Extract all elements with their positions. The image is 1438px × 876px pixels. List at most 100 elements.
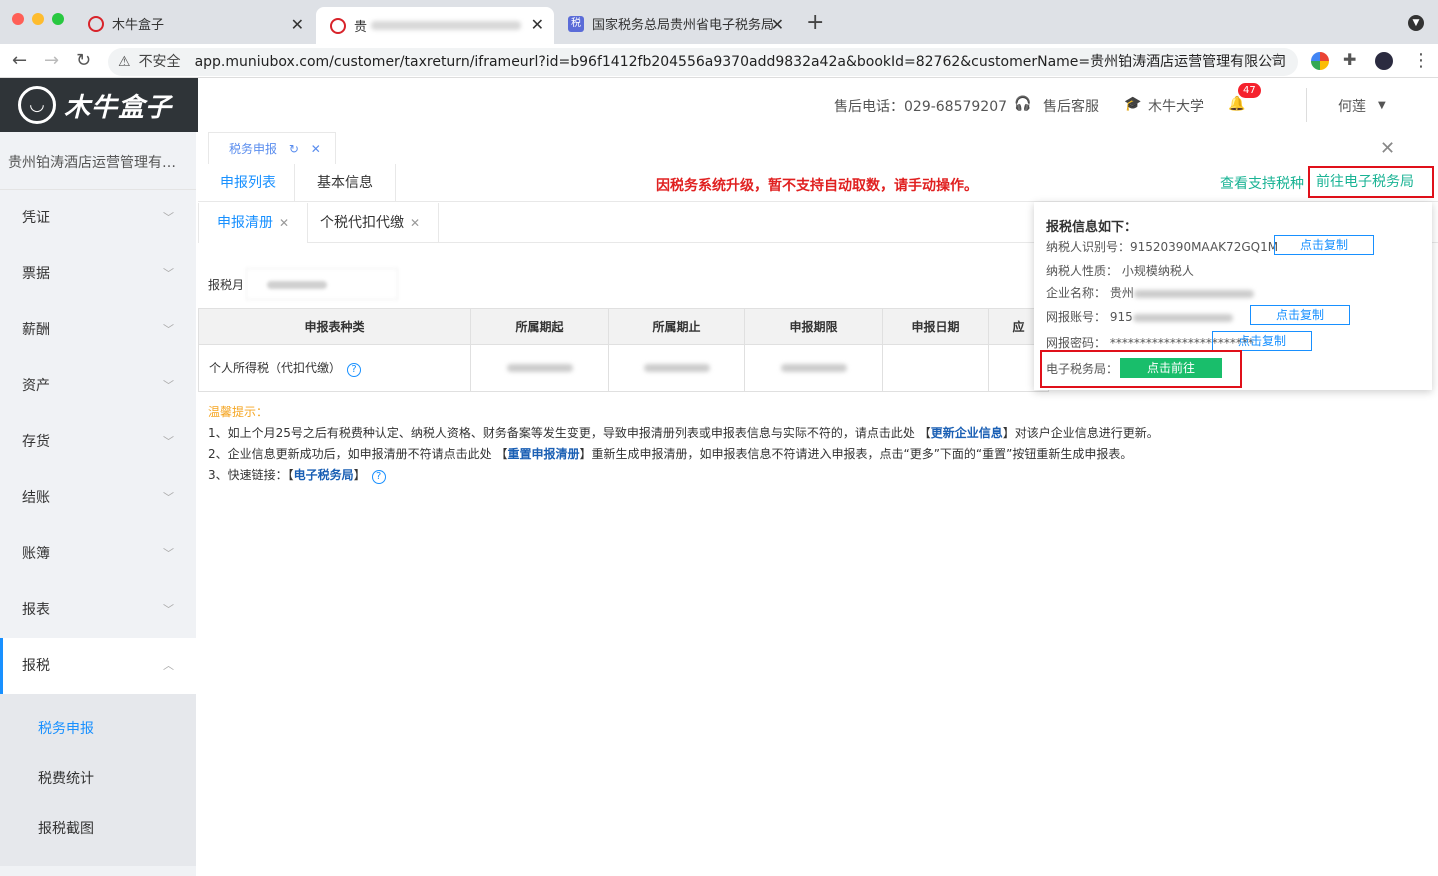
menu-dots-icon[interactable]: ⋮: [1412, 50, 1430, 71]
chevron-down-icon: ﹀: [163, 379, 174, 392]
tips-title: 温馨提示：: [208, 405, 269, 419]
extension-color-icon[interactable]: [1311, 52, 1329, 70]
company-name-label: 企业名称： 贵州: [1046, 286, 1134, 300]
declaration-table: 申报表种类 所属期起 所属期止 申报期限 申报日期 应 个人所得税（代扣代缴）?: [198, 308, 1049, 392]
browser-tab-muniu[interactable]: 木牛盒子 ✕: [74, 7, 314, 40]
reset-register-link[interactable]: 重置申报清册: [507, 447, 579, 461]
tab-declaration-list[interactable]: 申报列表: [198, 164, 298, 202]
table-row: 个人所得税（代扣代缴）?: [198, 344, 1049, 392]
muniu-favicon-icon: [330, 17, 346, 34]
tab-close-icon[interactable]: ✕: [291, 15, 304, 34]
column-header: 申报表种类: [198, 308, 471, 345]
chevron-down-icon: ﹀: [163, 211, 174, 224]
etax-label: 电子税务局：: [1046, 362, 1119, 376]
browser-tab-etax[interactable]: 税 国家税务总局贵州省电子税务局 ✕: [554, 7, 794, 40]
divider: [1306, 88, 1307, 122]
popup-title: 报税信息如下：: [1046, 220, 1138, 235]
chevron-up-icon: ︿: [163, 659, 174, 672]
table-cell: [470, 344, 609, 392]
customer-service-link[interactable]: 售后客服: [1043, 96, 1099, 116]
subnav: 申报列表 基本信息 因税务系统升级，暂不支持自动取数，请手动操作。 查看支持税种…: [198, 164, 1438, 202]
headset-icon: 🎧: [1014, 96, 1032, 112]
close-icon[interactable]: ✕: [410, 216, 420, 230]
muniu-favicon-icon: [88, 15, 104, 32]
account-label: 网报账号： 915: [1046, 310, 1133, 324]
table-cell: [608, 344, 745, 392]
taxpayer-nature: 纳税人性质： 小规模纳税人: [1046, 264, 1194, 278]
page-tab-tax-declaration[interactable]: 税务申报 ↻ ✕: [208, 132, 336, 164]
table-cell: 个人所得税（代扣代缴）?: [198, 344, 471, 392]
sidebar-item-salary[interactable]: 薪酬 ﹀: [0, 302, 196, 358]
chevron-down-icon: ﹀: [163, 267, 174, 280]
tab-basic-info[interactable]: 基本信息: [294, 164, 396, 202]
company-name[interactable]: 贵州铂涛酒店运营管理有…: [0, 132, 196, 190]
close-icon[interactable]: ✕: [311, 142, 321, 156]
update-company-info-link[interactable]: 更新企业信息: [931, 426, 1003, 440]
university-link[interactable]: 木牛大学: [1148, 96, 1204, 116]
caret-down-icon[interactable]: ▼: [1378, 100, 1386, 111]
browser-tab-active[interactable]: 贵 ✕: [316, 7, 554, 44]
sidebar-item-reports[interactable]: 报表 ﹀: [0, 582, 196, 638]
copy-password-button[interactable]: 点击复制: [1212, 331, 1312, 351]
chevron-down-icon: ﹀: [163, 603, 174, 616]
copy-taxpayer-id-button[interactable]: 点击复制: [1274, 235, 1374, 255]
tax-info-popup: 报税信息如下： 纳税人识别号：91520390MAAK72GQ1M 点击复制 纳…: [1034, 202, 1432, 390]
muniu-logo-icon: ◡: [18, 86, 56, 124]
close-icon[interactable]: ✕: [279, 216, 289, 230]
go-etax-button[interactable]: 点击前往: [1120, 358, 1222, 378]
url-field[interactable]: ⚠ 不安全 app.muniubox.com/customer/taxreturn/…: [108, 48, 1298, 76]
close-window-button[interactable]: [12, 13, 24, 25]
close-icon[interactable]: ✕: [1380, 138, 1395, 159]
back-arrow-icon[interactable]: ←: [12, 50, 27, 71]
supported-taxes-link[interactable]: 查看支持税种: [1220, 173, 1304, 193]
period-label: 报税月: [208, 278, 245, 292]
sidebar: 贵州铂涛酒店运营管理有… 凭证 ﹀ 票据 ﹀ 薪酬 ﹀ 资产 ﹀ 存货 ﹀ 结账 ﹀ 账簿 ﹀…: [0, 132, 196, 876]
sidebar-item-inventory[interactable]: 存货 ﹀: [0, 414, 196, 470]
refresh-icon[interactable]: ↻: [289, 142, 299, 156]
notification-badge: 47: [1238, 83, 1261, 98]
sidebar-item-invoice[interactable]: 票据 ﹀: [0, 246, 196, 302]
table-cell: [882, 344, 989, 392]
sidebar-subitem-tax-declaration[interactable]: 税务申报: [0, 704, 196, 754]
copy-account-button[interactable]: 点击复制: [1250, 305, 1350, 325]
new-tab-plus-icon[interactable]: +: [806, 10, 824, 35]
sidebar-item-closing[interactable]: 结账 ﹀: [0, 470, 196, 526]
sidebar-subitem-tax-statistics[interactable]: 税费统计: [0, 754, 196, 804]
help-icon[interactable]: ?: [371, 470, 386, 484]
address-bar-row: ← → ↻ ⚠ 不安全 app.muniubox.com/customer/taxr…: [0, 44, 1438, 78]
chevron-down-icon: ﹀: [163, 491, 174, 504]
star-icon[interactable]: ☆: [1270, 50, 1285, 70]
column-header: 所属期起: [470, 308, 609, 345]
bell-icon[interactable]: 🔔: [1228, 96, 1245, 112]
chevron-down-icon: ﹀: [163, 323, 174, 336]
sidebar-item-assets[interactable]: 资产 ﹀: [0, 358, 196, 414]
sidebar-item-voucher[interactable]: 凭证 ﹀: [0, 190, 196, 246]
etax-quick-link[interactable]: 电子税务局: [294, 468, 354, 482]
forward-arrow-icon[interactable]: →: [44, 50, 59, 71]
maximize-window-button[interactable]: [52, 13, 64, 25]
profile-avatar-icon[interactable]: [1375, 52, 1393, 70]
subtab-personal-tax[interactable]: 个税代扣代缴 ✕: [302, 203, 440, 243]
tab-close-icon[interactable]: ✕: [771, 15, 784, 34]
period-picker[interactable]: [246, 268, 398, 300]
sidebar-item-ledger[interactable]: 账簿 ﹀: [0, 526, 196, 582]
chevron-down-icon: ﹀: [163, 435, 174, 448]
sidebar-item-tax[interactable]: 报税 ︿: [0, 638, 196, 694]
graduation-cap-icon: 🎓: [1124, 96, 1142, 112]
tax-submenu: 税务申报 税费统计 报税截图: [0, 694, 196, 866]
puzzle-icon[interactable]: ✚: [1343, 50, 1356, 69]
minimize-window-button[interactable]: [32, 13, 44, 25]
tab-search-icon[interactable]: ▼: [1408, 15, 1424, 31]
browser-tab-bar: 木牛盒子 ✕ 贵 ✕ 税 国家税务总局贵州省电子税务局 ✕ + ▼: [0, 0, 1438, 44]
help-icon[interactable]: ?: [347, 363, 362, 377]
reload-icon[interactable]: ↻: [76, 50, 91, 71]
subtab-declaration-register[interactable]: 申报清册 ✕: [198, 203, 309, 243]
sidebar-subitem-tax-screenshot[interactable]: 报税截图: [0, 804, 196, 854]
go-etax-link[interactable]: 前往电子税务局: [1308, 166, 1434, 198]
taxpayer-id: 纳税人识别号：91520390MAAK72GQ1M: [1046, 240, 1279, 254]
user-menu[interactable]: 何莲: [1338, 96, 1366, 116]
app-logo[interactable]: ◡ 木牛盒子: [0, 78, 198, 132]
chevron-down-icon: ﹀: [163, 547, 174, 560]
tips-section: 温馨提示： 1、如上个月25号之后有税费种认定、纳税人资格、财务备案等发生变更，…: [208, 402, 1159, 486]
tab-close-icon[interactable]: ✕: [531, 15, 544, 34]
